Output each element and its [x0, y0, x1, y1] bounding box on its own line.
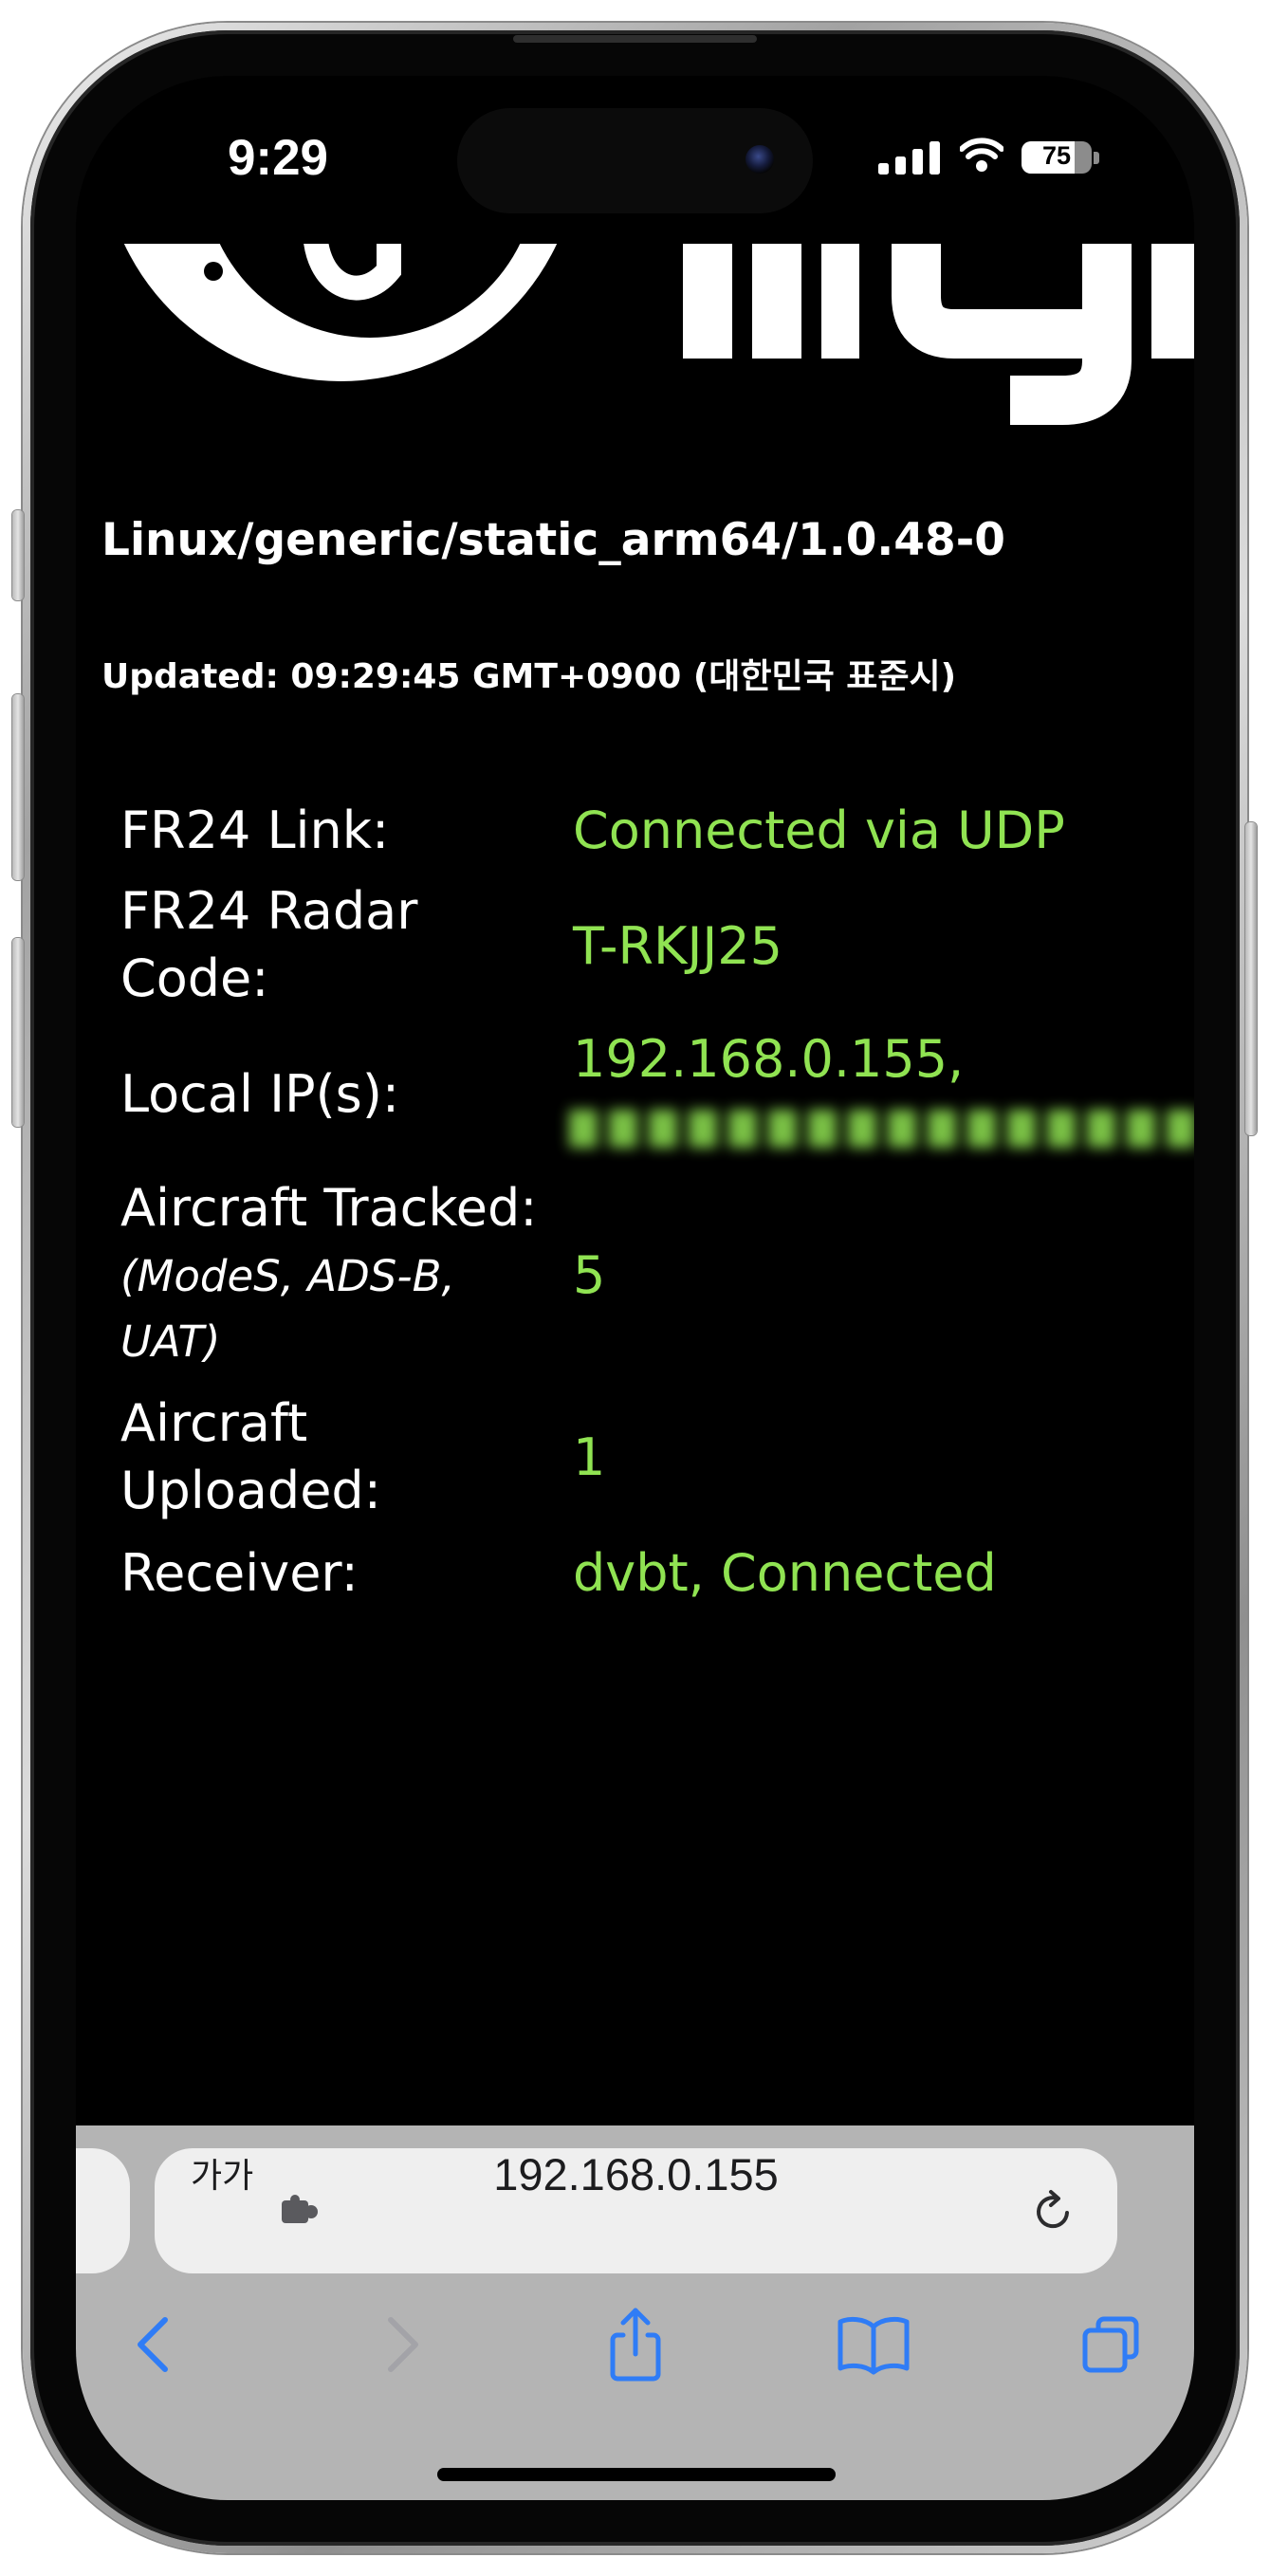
- share-icon: [610, 2308, 661, 2382]
- note-aircraft-tracked-line1: (ModeS, ADS-B,: [120, 1251, 455, 1301]
- screen: 9:29 75 Linux/generic/static_arm64/1.0.4…: [76, 76, 1194, 2500]
- redacted-ipv6: [569, 1110, 1194, 1148]
- chevron-right-icon: [388, 2317, 418, 2372]
- home-indicator[interactable]: [437, 2468, 836, 2481]
- version-string: Linux/generic/static_arm64/1.0.48-0: [101, 514, 1005, 566]
- tabs-icon: [1082, 2316, 1139, 2373]
- value-aircraft-tracked: 5: [573, 1245, 606, 1305]
- back-button[interactable]: [123, 2311, 190, 2378]
- label-aircraft-uploaded-line2: Uploaded:: [120, 1461, 381, 1520]
- share-button[interactable]: [602, 2305, 669, 2384]
- chevron-left-icon: [138, 2317, 168, 2372]
- label-radar-code-line1: FR24 Radar: [120, 881, 418, 941]
- url-text[interactable]: 192.168.0.155: [155, 2148, 1117, 2200]
- value-aircraft-uploaded: 1: [573, 1427, 606, 1487]
- tabs-button[interactable]: [1077, 2311, 1144, 2378]
- label-aircraft-tracked: Aircraft Tracked:: [120, 1178, 538, 1238]
- label-fr24-link: FR24 Link:: [120, 800, 390, 860]
- action-button: [12, 510, 24, 600]
- value-receiver: dvbt, Connected: [573, 1543, 997, 1603]
- previous-tab-address-bar[interactable]: [76, 2148, 130, 2273]
- power-button: [1245, 822, 1257, 1135]
- reload-icon[interactable]: [1029, 2187, 1077, 2235]
- book-icon: [837, 2316, 910, 2375]
- updated-timestamp: Updated: 09:29:45 GMT+0900 (대한민국 표준시): [101, 657, 957, 696]
- site-logo-icon: [123, 244, 1194, 425]
- address-bar[interactable]: 가가 192.168.0.155: [155, 2148, 1117, 2273]
- bookmarks-button[interactable]: [836, 2313, 911, 2376]
- speaker-grille: [513, 35, 757, 43]
- volume-down-button: [12, 938, 24, 1127]
- value-fr24-link: Connected via UDP: [573, 800, 1065, 860]
- volume-up-button: [12, 694, 24, 880]
- label-local-ip: Local IP(s):: [120, 1064, 400, 1124]
- label-radar-code-line2: Code:: [120, 948, 269, 1008]
- label-aircraft-uploaded-line1: Aircraft: [120, 1393, 308, 1453]
- value-local-ip: 192.168.0.155,: [573, 1029, 965, 1089]
- note-aircraft-tracked-line2: UAT): [120, 1316, 221, 1367]
- forward-button[interactable]: [366, 2311, 433, 2378]
- value-radar-code: T-RKJJ25: [573, 916, 783, 976]
- label-receiver: Receiver:: [120, 1543, 359, 1603]
